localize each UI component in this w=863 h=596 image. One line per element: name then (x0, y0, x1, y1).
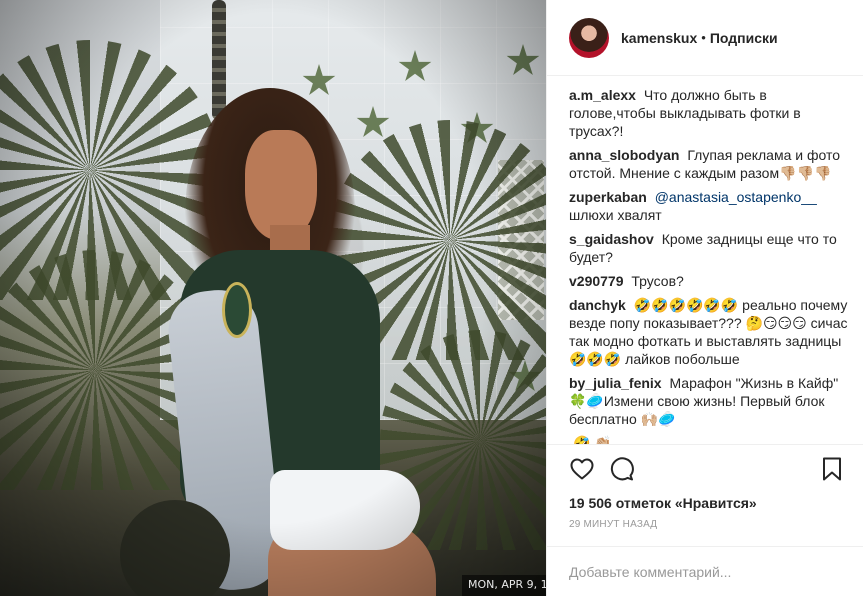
comments-list[interactable]: a.m_alexx Что должно быть в голове,чтобы… (547, 76, 863, 444)
comment: s_gaidashov Кроме задницы еще что то буд… (569, 230, 849, 266)
comment-text: шлюхи хвалят (569, 207, 662, 223)
heart-icon[interactable] (569, 456, 595, 482)
comment-author[interactable]: anna_slobodyan (569, 147, 679, 163)
add-comment-input[interactable] (569, 563, 841, 580)
comment-author[interactable]: zuperkaban (569, 189, 647, 205)
following-button[interactable]: Подписки (710, 30, 778, 46)
instagram-post: MON, APR 9, 18 kamenskux • Подписки a.m_… (0, 0, 863, 596)
comment-mention[interactable]: @anastasia_ostapenko__ (655, 189, 817, 205)
comment: zuperkaban @anastasia_ostapenko__ шлюхи … (569, 188, 849, 224)
comment: anna_slobodyan Глупая реклама и фото отс… (569, 146, 849, 182)
post-timestamp: 29 минут назад (569, 519, 658, 530)
comment-icon[interactable] (609, 456, 635, 482)
comment: danchyk 🤣🤣🤣🤣🤣🤣 реально почему везде попу… (569, 296, 849, 368)
avatar[interactable] (569, 17, 609, 58)
post-photo[interactable]: MON, APR 9, 18 (0, 0, 546, 596)
comment: by_julia_fenix Марафон "Жизнь в Кайф" 🍀🥏… (569, 374, 849, 428)
comment: 🤣 👏🏼 (569, 434, 849, 444)
comment-author[interactable]: v290779 (569, 273, 624, 289)
comment-author[interactable]: danchyk (569, 297, 626, 313)
comment-author[interactable]: s_gaidashov (569, 231, 654, 247)
comment: v290779 Трусов? (569, 272, 849, 290)
add-comment-bar (547, 546, 863, 596)
post-actions (547, 444, 863, 492)
comment-author[interactable]: by_julia_fenix (569, 375, 662, 391)
comment-text: Трусов? (631, 273, 684, 289)
header-username[interactable]: kamenskux (621, 30, 697, 46)
post-side-panel: kamenskux • Подписки a.m_alexx Что должн… (546, 0, 863, 596)
comment-text: 🤣 👏🏼 (573, 435, 612, 444)
comment: a.m_alexx Что должно быть в голове,чтобы… (569, 86, 849, 140)
post-header: kamenskux • Подписки (547, 0, 863, 76)
photo-vignette (0, 0, 546, 596)
photo-datestamp: MON, APR 9, 18 (462, 575, 546, 596)
likes-count[interactable]: 19 506 отметок «Нравится» (547, 492, 863, 514)
header-separator: • (701, 30, 706, 45)
bookmark-icon[interactable] (819, 456, 845, 482)
comment-author[interactable]: a.m_alexx (569, 87, 636, 103)
